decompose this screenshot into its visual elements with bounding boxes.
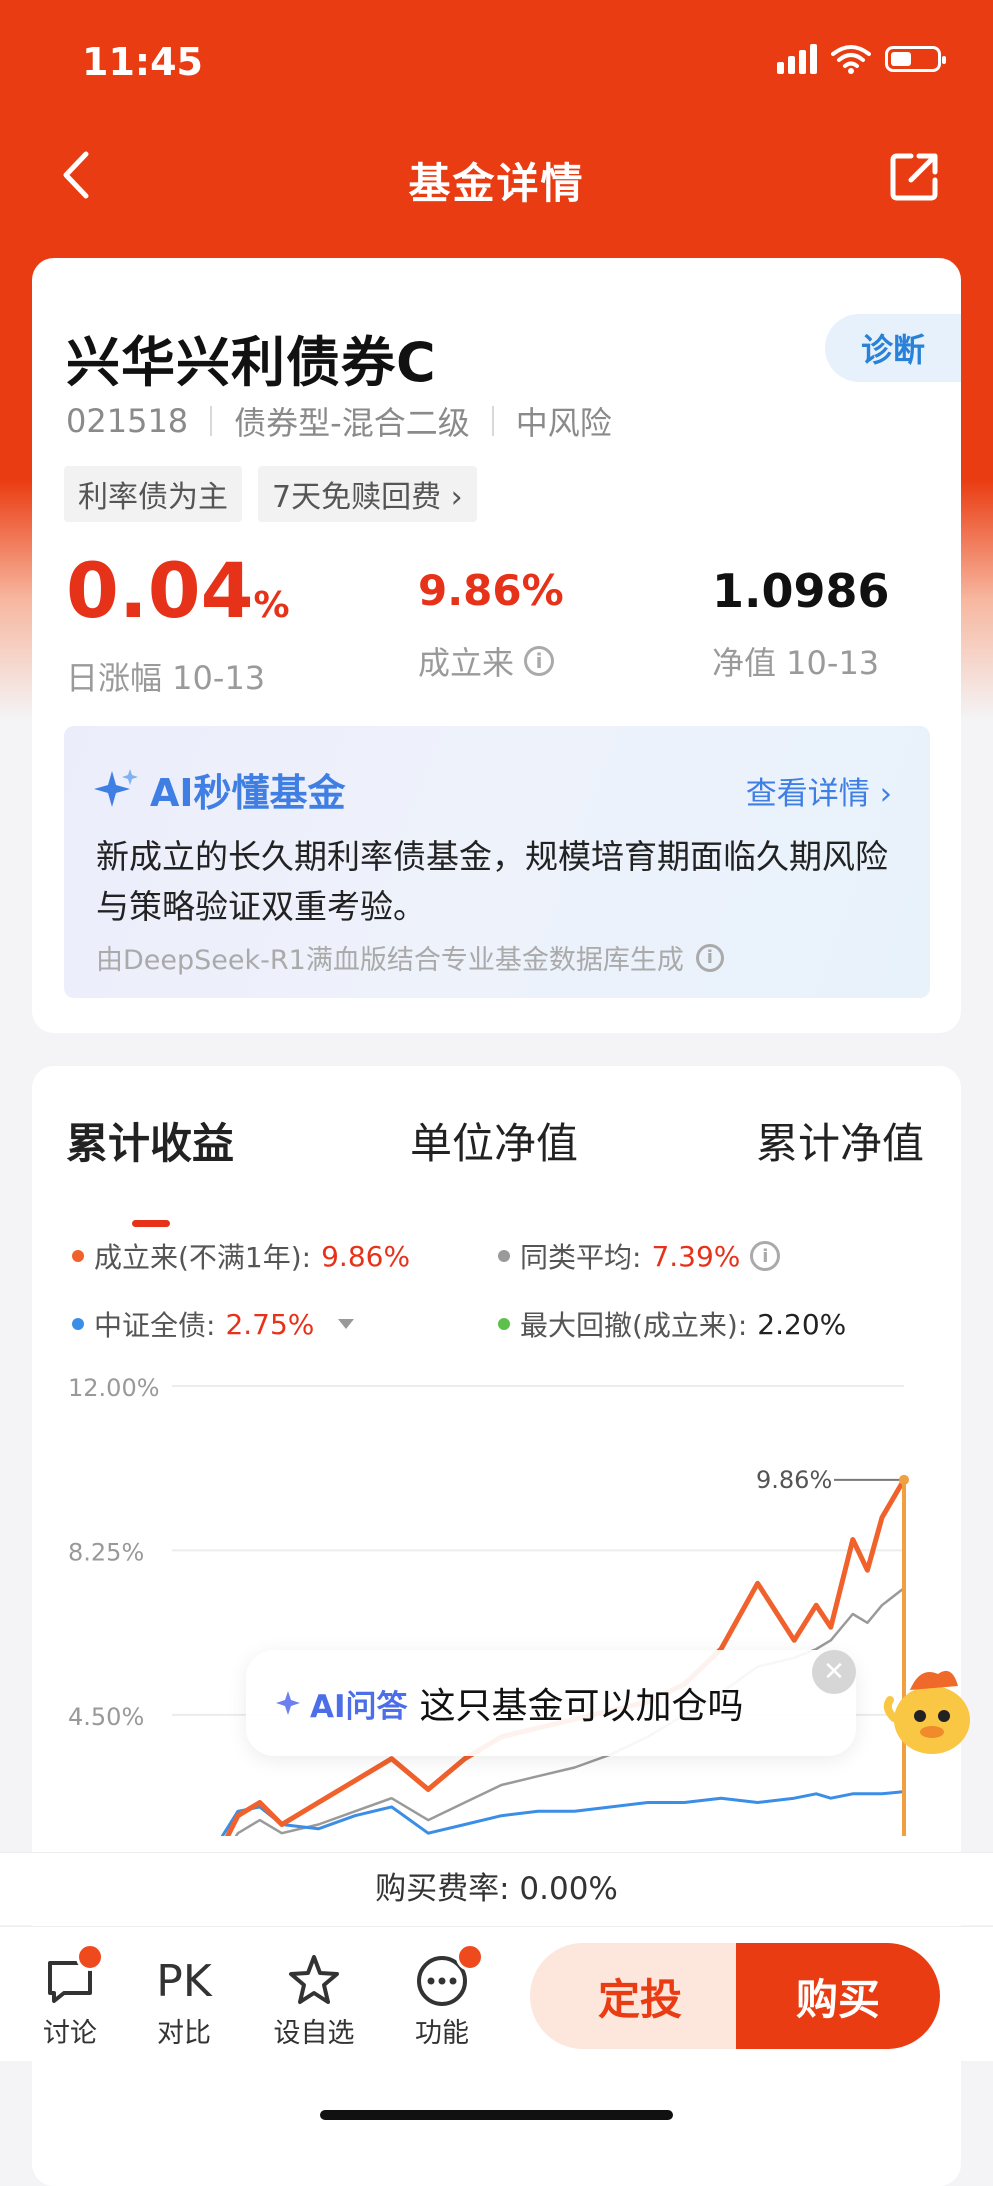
legend-peer-value: 7.39% xyxy=(651,1239,741,1273)
home-indicator xyxy=(320,2110,673,2120)
ai-qa-question: 这只基金可以加仓吗 xyxy=(419,1686,744,1727)
diagnose-button[interactable]: 诊断 xyxy=(825,314,961,382)
star-icon xyxy=(289,1955,339,2004)
y-tick-label: 12.00% xyxy=(68,1374,160,1402)
ai-qa-tag-label: AI问答 xyxy=(310,1688,408,1725)
legend-fund-value: 9.86% xyxy=(321,1239,411,1273)
end-point xyxy=(899,1474,909,1485)
since-inception-value: 9.86% xyxy=(418,566,564,615)
cellular-signal-icon xyxy=(777,44,817,74)
ai-summary-more-link[interactable]: 查看详情 › xyxy=(746,768,892,813)
legend-drawdown: 最大回撤(成立来): 2.20% xyxy=(498,1304,846,1344)
tab-cumulative-return[interactable]: 累计收益 xyxy=(66,1110,234,1171)
more-functions-button[interactable]: 功能 xyxy=(392,1943,492,2050)
annotation-label: 9.86% xyxy=(756,1466,832,1494)
battery-icon xyxy=(885,46,946,72)
daily-change-value: 0.04 xyxy=(66,546,254,635)
discuss-button[interactable]: 讨论 xyxy=(20,1943,120,2050)
y-tick-label: 8.25% xyxy=(68,1538,144,1566)
info-icon[interactable]: i xyxy=(695,943,724,972)
caret-down-icon[interactable] xyxy=(334,1317,358,1331)
sparkle-icon xyxy=(276,1691,300,1715)
close-icon[interactable]: ✕ xyxy=(812,1650,856,1694)
since-inception-stat: 9.86% 成立来 i xyxy=(418,548,564,684)
since-inception-label: 成立来 xyxy=(418,644,515,682)
legend-peer-label: 同类平均: xyxy=(520,1241,642,1274)
buy-button[interactable]: 购买 xyxy=(736,1943,940,2049)
tab-accumulated-nav[interactable]: 累计净值 xyxy=(756,1110,924,1171)
cumulative-return-chart[interactable]: 12.00%8.25%4.50%0.75%9.86%0.00% xyxy=(32,1356,961,1836)
ai-summary-title-row: AI秒懂基金 xyxy=(94,762,346,817)
pk-icon: PK xyxy=(156,1955,212,2007)
tag-rate-bond: 利率债为主 xyxy=(64,466,242,522)
chart-tabs: 累计收益 单位净值 累计净值 xyxy=(32,1110,961,1227)
share-button[interactable] xyxy=(887,148,943,204)
tag-redemption-free[interactable]: 7天免赎回费 › xyxy=(258,466,477,522)
ai-qa-tag: AI问答 xyxy=(276,1681,408,1726)
status-time: 11:45 xyxy=(82,40,203,84)
ai-summary-title: AI秒懂基金 xyxy=(150,771,346,815)
fund-info-card: 兴华兴利债券C 诊断 021518 债券型-混合二级 中风险 利率债为主 7天免… xyxy=(32,258,961,1033)
compare-label: 对比 xyxy=(157,2018,211,2049)
auto-invest-button[interactable]: 定投 xyxy=(530,1943,750,2049)
daily-change-unit: % xyxy=(253,585,290,626)
purchase-fee-bar: 购买费率: 0.00% xyxy=(0,1852,993,1925)
legend-peer: 同类平均: 7.39% i xyxy=(498,1236,781,1276)
notification-badge xyxy=(456,1943,484,1971)
bottom-action-bar: 讨论 PK 对比 设自选 功能 定投 购买 xyxy=(0,1926,993,2061)
wifi-icon xyxy=(831,45,871,74)
ai-summary-box[interactable]: AI秒懂基金 查看详情 › 新成立的长久期利率债基金，规模培育期面临久期风险与策… xyxy=(64,726,930,998)
compare-button[interactable]: PK 对比 xyxy=(134,1951,234,2050)
notification-badge xyxy=(76,1943,104,1971)
divider xyxy=(210,406,213,436)
legend-dot xyxy=(72,1318,84,1330)
legend-dot xyxy=(72,1250,84,1262)
share-icon xyxy=(890,153,938,201)
duck-mascot-icon[interactable] xyxy=(880,1660,984,1764)
fund-tags: 利率债为主 7天免赎回费 › xyxy=(64,466,477,522)
active-tab-indicator xyxy=(132,1220,170,1227)
add-watchlist-button[interactable]: 设自选 xyxy=(264,1951,364,2050)
ai-summary-footer: 由DeepSeek-R1满血版结合专业基金数据库生成 i xyxy=(96,938,724,977)
legend-fund-label: 成立来(不满1年): xyxy=(94,1241,312,1274)
y-tick-label: 4.50% xyxy=(68,1703,144,1731)
ai-summary-text: 新成立的长久期利率债基金，规模培育期面临久期风险与策略验证双重考验。 xyxy=(96,837,888,926)
nav-value: 1.0986 xyxy=(712,564,890,618)
legend-index-value: 2.75% xyxy=(225,1307,315,1341)
nav-label: 净值 10-13 xyxy=(712,644,880,682)
daily-change-label: 日涨幅 10-13 xyxy=(66,659,266,697)
legend-fund: 成立来(不满1年): 9.86% xyxy=(72,1236,410,1276)
since-inception-row: 成立来 i xyxy=(418,638,564,684)
watch-label: 设自选 xyxy=(273,2018,355,2049)
ai-summary-source: 由DeepSeek-R1满血版结合专业基金数据库生成 xyxy=(96,945,684,976)
index-line xyxy=(220,1790,905,1836)
fund-type: 债券型-混合二级 xyxy=(234,404,470,442)
legend-drawdown-label: 最大回撤(成立来): xyxy=(520,1309,748,1342)
discuss-label: 讨论 xyxy=(43,2018,97,2049)
info-icon[interactable]: i xyxy=(750,1241,781,1271)
more-label: 功能 xyxy=(415,2018,469,2049)
legend-index[interactable]: 中证全债: 2.75% xyxy=(72,1304,358,1344)
legend-dot xyxy=(498,1318,510,1330)
daily-change-stat: 0.04% 日涨幅 10-13 xyxy=(66,548,290,699)
nav-bar: 基金详情 xyxy=(0,130,993,220)
tab-unit-nav[interactable]: 单位净值 xyxy=(410,1110,578,1171)
sparkle-icon xyxy=(94,768,138,807)
divider xyxy=(491,406,494,436)
legend-dot xyxy=(498,1250,510,1262)
fund-code: 021518 xyxy=(66,402,189,440)
status-icons xyxy=(777,44,946,74)
fund-risk: 中风险 xyxy=(515,404,612,442)
page-title: 基金详情 xyxy=(408,159,585,208)
legend-drawdown-value: 2.20% xyxy=(757,1307,847,1341)
info-icon[interactable]: i xyxy=(524,646,555,676)
legend-index-label: 中证全债: xyxy=(94,1309,216,1342)
fund-meta: 021518 债券型-混合二级 中风险 xyxy=(66,398,612,444)
status-bar: 11:45 xyxy=(0,0,993,120)
fund-name: 兴华兴利债券C xyxy=(66,331,437,394)
nav-stat: 1.0986 净值 10-13 xyxy=(712,548,890,684)
ai-qa-pill[interactable]: AI问答 这只基金可以加仓吗 xyxy=(246,1650,856,1756)
